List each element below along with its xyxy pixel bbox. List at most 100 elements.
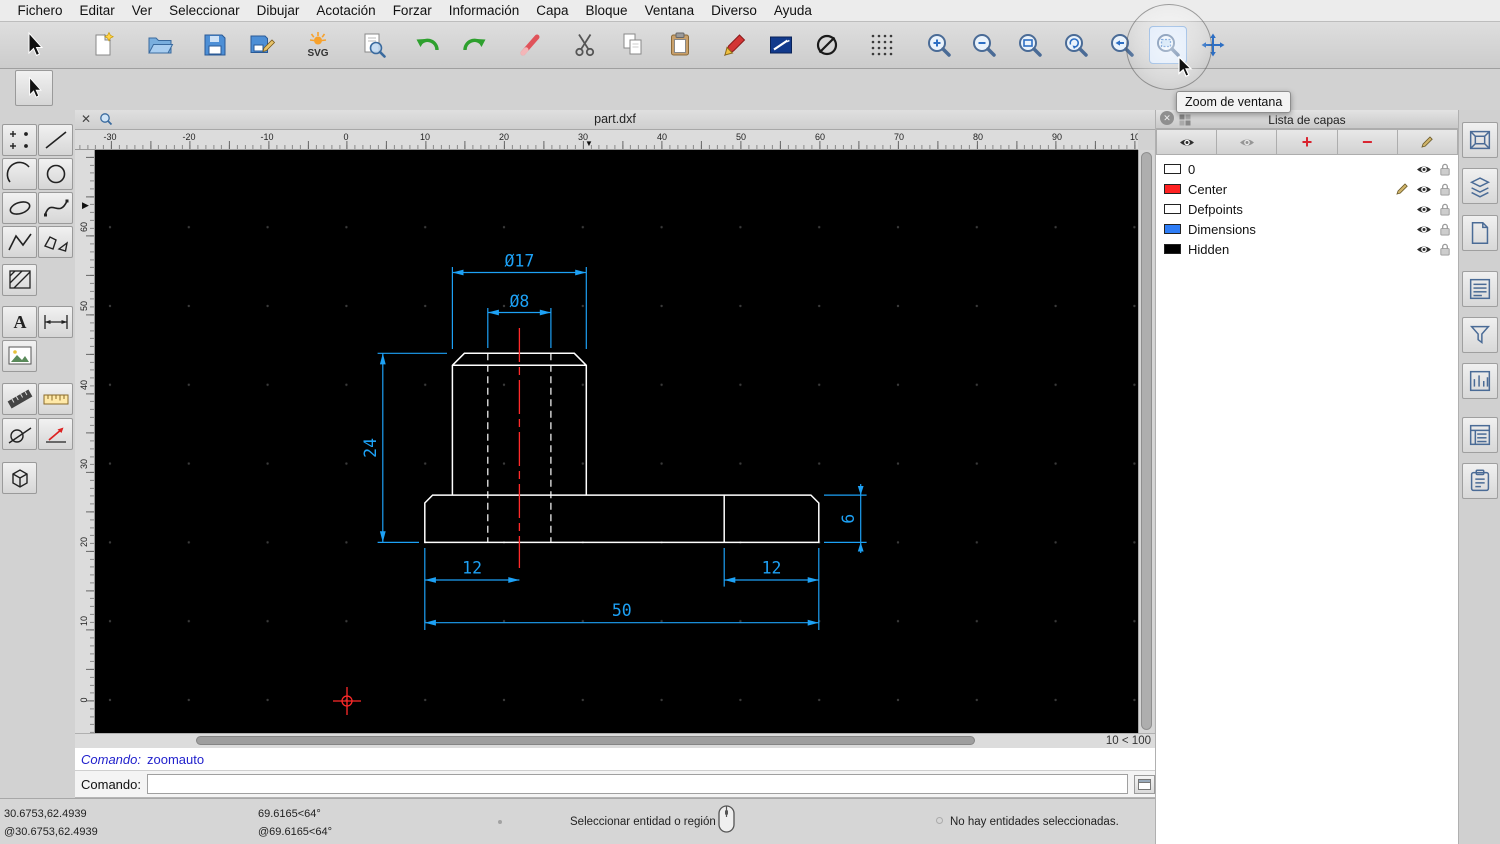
measure-distance-button[interactable] bbox=[2, 383, 37, 415]
edit-layer-button[interactable] bbox=[1397, 129, 1459, 155]
insert-image-button[interactable] bbox=[2, 340, 37, 372]
menu-bloque[interactable]: Bloque bbox=[577, 3, 636, 18]
zoom-out-button[interactable] bbox=[965, 26, 1003, 64]
clipboard-panel-button[interactable] bbox=[1462, 463, 1498, 499]
measure-angle-button[interactable] bbox=[38, 418, 73, 450]
measure-circle-button[interactable] bbox=[2, 418, 37, 450]
menu-informacion[interactable]: Información bbox=[440, 3, 528, 18]
undo-button[interactable] bbox=[409, 26, 447, 64]
draw-spline-button[interactable] bbox=[38, 192, 73, 224]
pointer-icon bbox=[29, 76, 42, 98]
save-floppy-icon bbox=[204, 34, 226, 56]
menu-seleccionar[interactable]: Seleccionar bbox=[161, 3, 249, 18]
drawing-canvas[interactable]: Ø17 Ø8 24 6 12 12 50 bbox=[95, 150, 1138, 733]
new-document-button[interactable] bbox=[84, 26, 122, 64]
layer-lock-toggle[interactable] bbox=[1439, 163, 1451, 176]
draw-polyline-button[interactable] bbox=[2, 226, 37, 258]
zoom-window-button[interactable] bbox=[1149, 26, 1187, 64]
layer-row-dimensions[interactable]: Dimensions bbox=[1156, 219, 1458, 239]
3d-view-button[interactable] bbox=[2, 462, 37, 494]
layer-lock-toggle[interactable] bbox=[1439, 223, 1451, 236]
cut-button[interactable] bbox=[566, 26, 604, 64]
layer-lock-toggle[interactable] bbox=[1439, 243, 1451, 256]
paste-button[interactable] bbox=[661, 26, 699, 64]
svg-export-button[interactable]: SVG bbox=[299, 26, 337, 64]
layer-visibility-toggle[interactable] bbox=[1416, 244, 1432, 255]
pen-attributes-button[interactable] bbox=[715, 26, 753, 64]
delete-button[interactable] bbox=[511, 26, 549, 64]
draw-line-button[interactable] bbox=[38, 124, 73, 156]
dimension-tool-button[interactable] bbox=[38, 306, 73, 338]
layer-visibility-toggle[interactable] bbox=[1416, 204, 1432, 215]
menu-dibujar[interactable]: Dibujar bbox=[248, 3, 308, 18]
command-widget-button[interactable] bbox=[1134, 774, 1155, 794]
show-all-layers-button[interactable] bbox=[1156, 129, 1218, 155]
dark-ruler-icon bbox=[7, 389, 32, 409]
draw-point-button[interactable] bbox=[2, 124, 37, 156]
vertical-scrollbar[interactable] bbox=[1138, 150, 1154, 733]
command-input[interactable] bbox=[146, 774, 1129, 794]
filter-panel-button[interactable] bbox=[1462, 317, 1498, 353]
layer-lock-toggle[interactable] bbox=[1439, 183, 1451, 196]
zoom-window-icon bbox=[1153, 30, 1183, 60]
document-window-titlebar[interactable]: ✕ part.dxf bbox=[75, 110, 1155, 130]
layer-visibility-toggle[interactable] bbox=[1416, 164, 1432, 175]
horizontal-scrollbar-thumb[interactable] bbox=[196, 736, 975, 745]
hatch-button[interactable] bbox=[2, 264, 37, 296]
measure-ruler-button[interactable] bbox=[38, 383, 73, 415]
layer-visibility-toggle[interactable] bbox=[1416, 184, 1432, 195]
draw-shapes-button[interactable] bbox=[38, 226, 73, 258]
zoom-previous-button[interactable] bbox=[1103, 26, 1141, 64]
zoom-in-button[interactable] bbox=[920, 26, 958, 64]
zoom-redraw-button[interactable] bbox=[1057, 26, 1095, 64]
copy-button[interactable] bbox=[614, 26, 652, 64]
save-button[interactable] bbox=[196, 26, 234, 64]
layer-visibility-toggle[interactable] bbox=[1416, 224, 1432, 235]
menu-editar[interactable]: Editar bbox=[71, 3, 123, 18]
draw-circle-button[interactable] bbox=[808, 26, 846, 64]
undo-icon bbox=[416, 38, 439, 51]
report-panel-button[interactable] bbox=[1462, 363, 1498, 399]
menu-forzar[interactable]: Forzar bbox=[384, 3, 440, 18]
draw-ellipse-button[interactable] bbox=[2, 192, 37, 224]
text-tool-button[interactable]: A bbox=[2, 306, 37, 338]
viewport-panel-button[interactable] bbox=[1462, 122, 1498, 158]
remove-layer-button[interactable]: − bbox=[1337, 129, 1398, 155]
grid-snap-button[interactable] bbox=[863, 26, 901, 64]
horizontal-scrollbar[interactable]: 10 < 100 bbox=[75, 733, 1155, 748]
palette-expander-icon[interactable]: ▶ bbox=[82, 200, 89, 211]
list-panel-button[interactable] bbox=[1462, 271, 1498, 307]
save-as-button[interactable] bbox=[243, 26, 281, 64]
detail-list-panel-button[interactable] bbox=[1462, 417, 1498, 453]
layer-row-0[interactable]: 0 bbox=[1156, 159, 1458, 179]
mouse-hint-icon bbox=[718, 805, 735, 836]
ruler-label: -10 bbox=[260, 132, 274, 142]
draw-circle-tool-button[interactable] bbox=[38, 158, 73, 190]
vertical-scrollbar-thumb[interactable] bbox=[1141, 152, 1152, 730]
redo-button[interactable] bbox=[455, 26, 493, 64]
edit-block-button[interactable] bbox=[762, 26, 800, 64]
menu-ayuda[interactable]: Ayuda bbox=[765, 3, 820, 18]
menu-capa[interactable]: Capa bbox=[528, 3, 577, 18]
print-preview-button[interactable] bbox=[354, 26, 392, 64]
menu-diverso[interactable]: Diverso bbox=[703, 3, 766, 18]
current-tool-pointer-button[interactable] bbox=[15, 70, 53, 106]
layer-color-swatch bbox=[1164, 244, 1181, 254]
hide-all-layers-button[interactable] bbox=[1217, 129, 1278, 155]
layers-panel-button[interactable] bbox=[1462, 168, 1498, 204]
layer-lock-toggle[interactable] bbox=[1439, 203, 1451, 216]
menu-acotacion[interactable]: Acotación bbox=[308, 3, 384, 18]
layer-row-hidden[interactable]: Hidden bbox=[1156, 239, 1458, 259]
menu-ventana[interactable]: Ventana bbox=[636, 3, 703, 18]
zoom-auto-button[interactable] bbox=[1011, 26, 1049, 64]
menu-ver[interactable]: Ver bbox=[123, 3, 160, 18]
blank-panel-button[interactable] bbox=[1462, 215, 1498, 251]
menu-fichero[interactable]: Fichero bbox=[9, 3, 71, 18]
open-file-button[interactable] bbox=[141, 26, 179, 64]
select-pointer-button[interactable] bbox=[15, 26, 53, 64]
zoom-pan-button[interactable] bbox=[1194, 26, 1232, 64]
layer-row-defpoints[interactable]: Defpoints bbox=[1156, 199, 1458, 219]
add-layer-button[interactable]: + bbox=[1277, 129, 1338, 155]
layer-row-center[interactable]: Center bbox=[1156, 179, 1458, 199]
draw-arc-button[interactable] bbox=[2, 158, 37, 190]
